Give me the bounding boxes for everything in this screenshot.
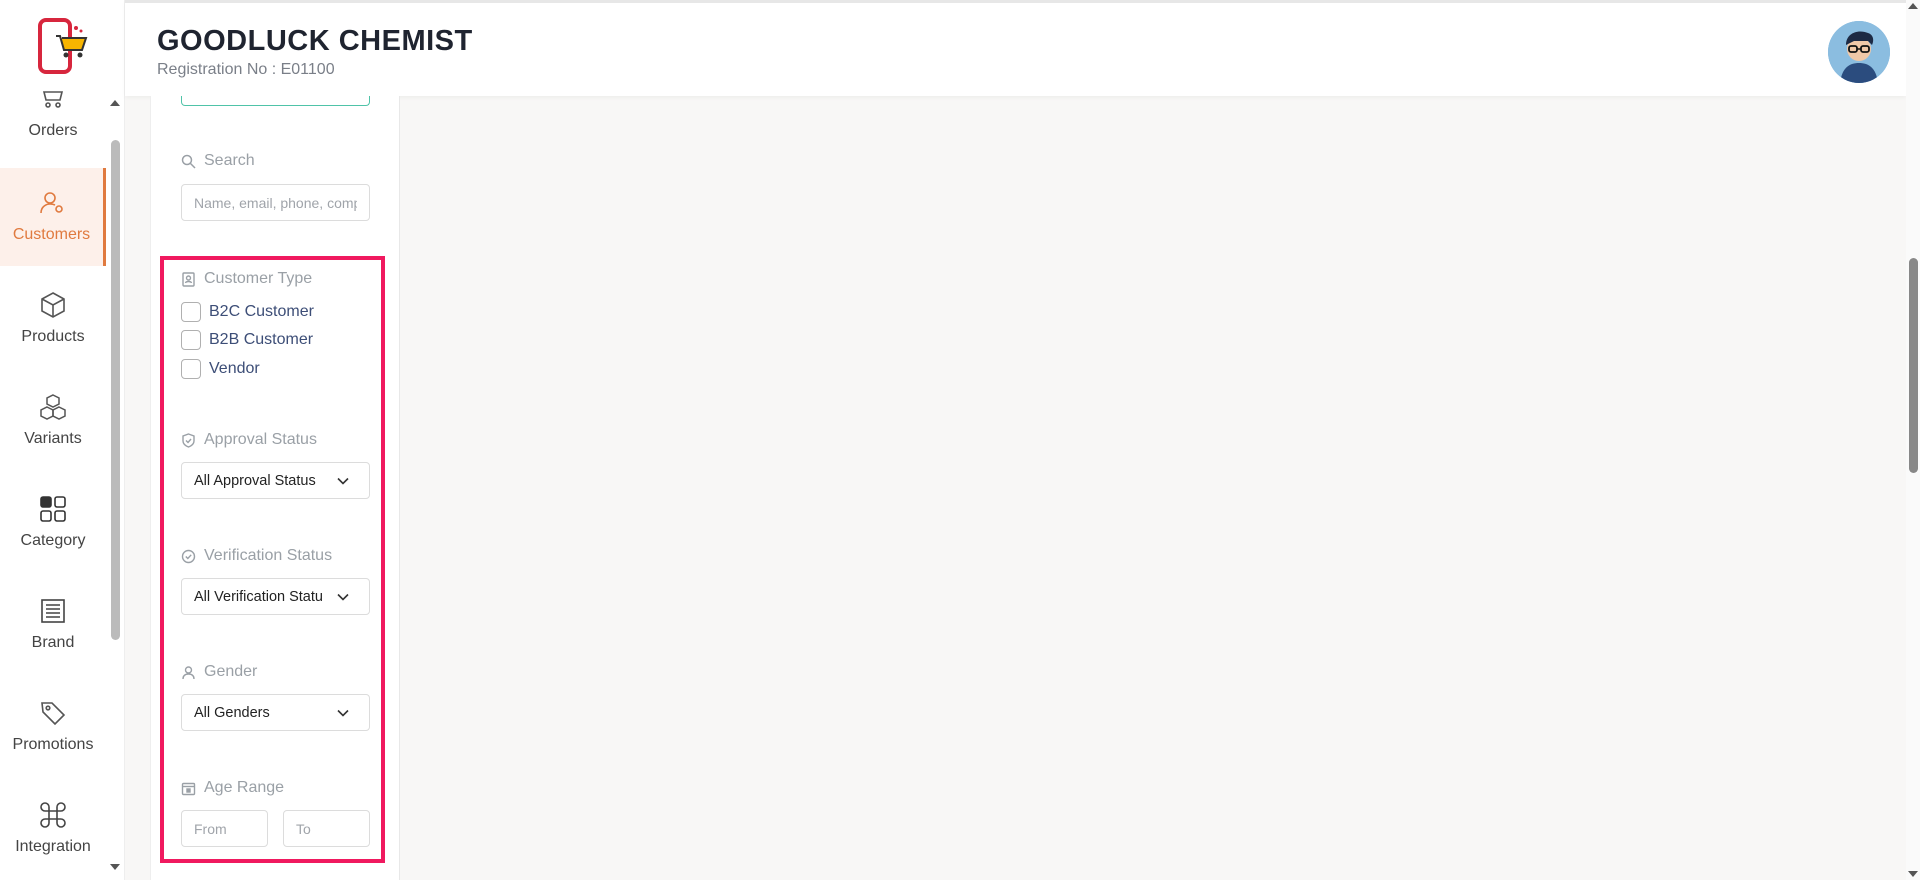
- sidebar-item-orders[interactable]: Orders: [0, 64, 106, 162]
- box-icon: [38, 290, 68, 320]
- customer-type-label: Customer Type: [181, 270, 312, 288]
- registration-number: Registration No : E01100: [157, 61, 335, 78]
- gender-select[interactable]: All Genders: [181, 694, 370, 731]
- page-scrollbar[interactable]: [1906, 0, 1920, 880]
- verification-status-label: Verification Status: [181, 547, 332, 565]
- sidebar-scrollbar[interactable]: [110, 100, 120, 870]
- scroll-up-arrow[interactable]: [110, 100, 120, 106]
- sidebar-item-label: Customers: [12, 226, 91, 243]
- b2c-label: B2C Customer: [209, 303, 314, 320]
- verification-status-value: All Verification Status: [194, 589, 322, 605]
- age-range-label: Age Range: [181, 779, 284, 797]
- avatar[interactable]: [1828, 21, 1890, 83]
- sidebar-item-label: Integration: [15, 838, 91, 855]
- sidebar-item-label: Variants: [24, 430, 82, 447]
- b2c-customer-option[interactable]: B2C Customer: [181, 302, 314, 322]
- gender-label: Gender: [181, 663, 257, 681]
- sidebar-item-label: Products: [21, 328, 85, 345]
- cubes-icon: [38, 392, 68, 422]
- gender-value: All Genders: [194, 705, 270, 721]
- approval-status-value: All Approval Status: [194, 473, 316, 489]
- top-header: GOODLUCK CHEMIST Registration No : E0110…: [125, 0, 1906, 96]
- age-from-input[interactable]: [181, 810, 268, 847]
- scroll-down-arrow[interactable]: [1908, 871, 1918, 877]
- page-title: GOODLUCK CHEMIST: [157, 25, 473, 57]
- vendor-option[interactable]: Vendor: [181, 359, 260, 379]
- check-circle-icon: [181, 549, 196, 564]
- sidebar-item-customers[interactable]: Customers: [0, 168, 106, 266]
- b2b-checkbox[interactable]: [181, 330, 201, 350]
- approval-status-select[interactable]: All Approval Status: [181, 462, 370, 499]
- chevron-down-icon: [337, 591, 349, 603]
- age-to-input[interactable]: [283, 810, 370, 847]
- user-icon: [181, 665, 196, 680]
- verification-status-select[interactable]: All Verification Status: [181, 578, 370, 615]
- vendor-checkbox[interactable]: [181, 359, 201, 379]
- sidebar-item-promotions[interactable]: Promotions: [0, 678, 106, 776]
- sidebar-item-label: Orders: [28, 122, 78, 139]
- scroll-thumb[interactable]: [111, 140, 120, 640]
- search-input[interactable]: [181, 184, 370, 221]
- sidebar-item-variants[interactable]: Variants: [0, 372, 106, 470]
- customer-type-label-text: Customer Type: [204, 270, 313, 287]
- sidebar-item-label: Promotions: [12, 736, 94, 753]
- sidebar: Orders Customers Products Variants Categ…: [0, 0, 125, 880]
- orders-icon: [38, 84, 68, 114]
- sidebar-item-label: Brand: [31, 634, 75, 651]
- tag-icon: [38, 698, 68, 728]
- shield-check-icon: [181, 432, 196, 448]
- chevron-down-icon: [337, 707, 349, 719]
- verification-status-label-text: Verification Status: [204, 547, 333, 564]
- sidebar-item-products[interactable]: Products: [0, 270, 106, 368]
- b2b-label: B2B Customer: [209, 331, 314, 348]
- sidebar-item-label: Category: [20, 532, 86, 549]
- date-filter-field[interactable]: [181, 96, 370, 106]
- scroll-up-arrow[interactable]: [1908, 3, 1918, 9]
- gender-label-text: Gender: [204, 663, 258, 680]
- approval-status-label: Approval Status: [181, 431, 317, 449]
- brand-icon: [38, 596, 68, 626]
- b2b-customer-option[interactable]: B2B Customer: [181, 330, 313, 350]
- scroll-down-arrow[interactable]: [110, 864, 120, 870]
- filter-panel: Search Customer Type B2C Customer B2B Cu…: [150, 96, 400, 880]
- sidebar-item-brand[interactable]: Brand: [0, 576, 106, 674]
- age-range-label-text: Age Range: [204, 779, 285, 796]
- customers-icon: [37, 188, 67, 218]
- calendar-icon: [181, 781, 196, 796]
- b2c-checkbox[interactable]: [181, 302, 201, 322]
- sidebar-item-integration[interactable]: Integration: [0, 780, 106, 878]
- command-icon: [38, 800, 68, 830]
- chevron-down-icon: [337, 475, 349, 487]
- grid-icon: [38, 494, 68, 524]
- id-card-icon: [181, 271, 196, 287]
- search-label: Search: [181, 152, 255, 170]
- sidebar-item-category[interactable]: Category: [0, 474, 106, 572]
- search-icon: [181, 154, 196, 169]
- approval-status-label-text: Approval Status: [204, 431, 317, 448]
- scroll-thumb[interactable]: [1909, 258, 1918, 473]
- vendor-label: Vendor: [209, 360, 260, 377]
- search-label-text: Search: [204, 152, 255, 169]
